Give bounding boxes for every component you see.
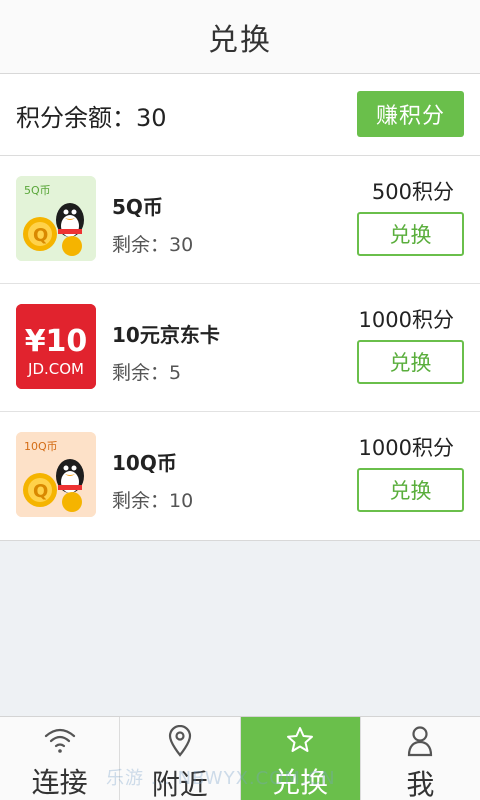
item-cost: 1000积分: [358, 308, 454, 332]
points-balance: 积分余额：30: [16, 104, 167, 132]
location-pin-icon: [167, 725, 193, 757]
item-remaining: 剩余：5: [112, 362, 182, 384]
wifi-icon: [43, 725, 77, 755]
svg-text:Q: Q: [33, 225, 48, 246]
redeem-button[interactable]: 兑换: [357, 340, 464, 384]
nav-item-nearby[interactable]: 附近: [120, 717, 241, 800]
page-title: 兑换: [208, 22, 272, 58]
svg-text:Q: Q: [33, 481, 48, 502]
item-cost: 500积分: [371, 180, 454, 204]
nav-item-me[interactable]: 我: [361, 717, 480, 800]
thumb-amount: ¥10: [25, 324, 88, 359]
list-item: 5Q币 Q 5Q币 剩余：30 500积分 兑换: [0, 156, 480, 284]
nav-item-exchange[interactable]: 兑换: [240, 717, 361, 800]
nav-label: 我: [406, 768, 435, 800]
points-bar: 积分余额：30 赚积分: [0, 74, 480, 156]
star-icon: [285, 725, 315, 755]
item-name: 10Q币: [112, 451, 177, 475]
item-remaining: 剩余：10: [112, 490, 194, 512]
qcoin-thumbnail: 5Q币 Q: [16, 176, 96, 261]
list-item: 10Q币 Q 10Q币 剩余：10 1000积分 兑换: [0, 412, 480, 540]
item-cost: 1000积分: [358, 436, 454, 460]
nav-label: 附近: [151, 768, 208, 800]
reward-list: 5Q币 Q 5Q币 剩余：30 500积分 兑换 ¥10 JD.COM 10元京…: [0, 156, 480, 541]
qcoin-thumbnail: 10Q币 Q: [16, 432, 96, 517]
list-item: ¥10 JD.COM 10元京东卡 剩余：5 1000积分 兑换: [0, 284, 480, 412]
app-header: 兑换: [0, 0, 480, 74]
exchange-page: 兑换 积分余额：30 赚积分 5Q币 Q 5Q币 剩余：30 500积分 兑换 …: [0, 0, 480, 800]
earn-points-button[interactable]: 赚积分: [357, 91, 464, 137]
redeem-button[interactable]: 兑换: [357, 468, 464, 512]
item-remaining: 剩余：30: [112, 234, 194, 256]
user-icon: [406, 725, 434, 757]
nav-label: 连接: [31, 766, 88, 799]
thumb-brand: JD.COM: [27, 360, 84, 378]
nav-label: 兑换: [272, 766, 329, 799]
item-name: 5Q币: [112, 195, 163, 219]
bottom-nav: 连接 附近 兑换 我: [0, 716, 480, 800]
thumb-label: 10Q币: [24, 440, 58, 453]
redeem-button[interactable]: 兑换: [357, 212, 464, 256]
nav-item-connect[interactable]: 连接: [0, 717, 121, 800]
item-name: 10元京东卡: [112, 323, 220, 347]
thumb-label: 5Q币: [24, 184, 51, 197]
jd-card-thumbnail: ¥10 JD.COM: [16, 304, 96, 389]
